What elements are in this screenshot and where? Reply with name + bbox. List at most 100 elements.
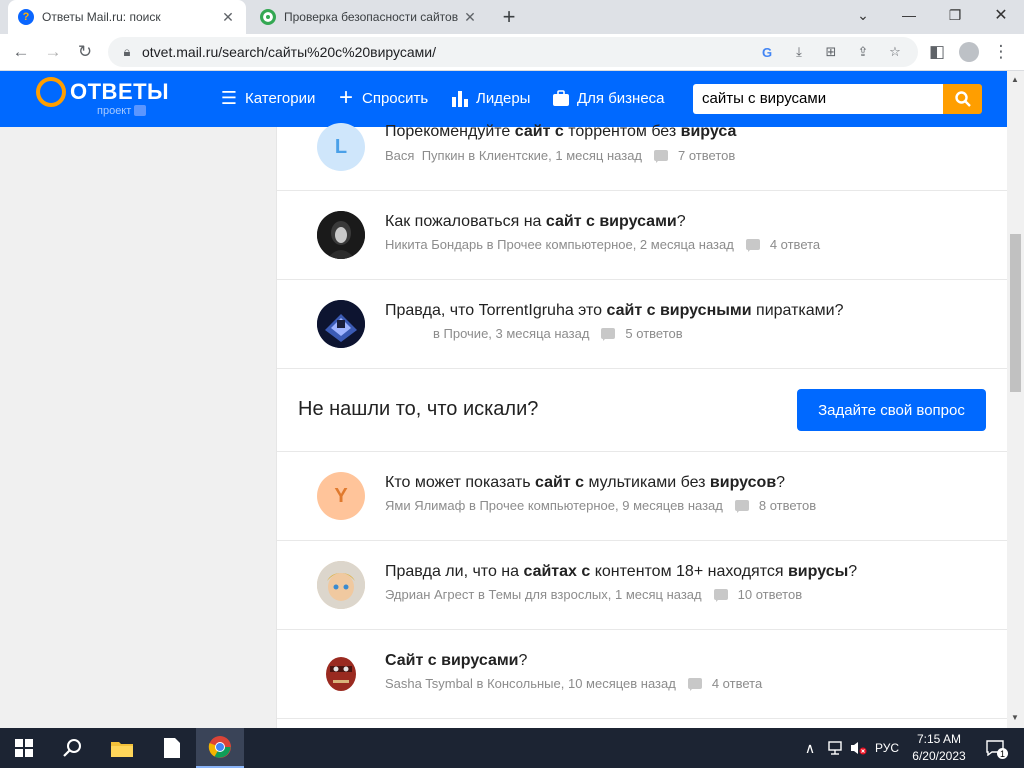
question-title[interactable]: Порекомендуйте сайт с торрентом без виру… bbox=[385, 123, 736, 141]
title-part: Порекомендуйте bbox=[385, 123, 515, 140]
comment-icon bbox=[654, 150, 669, 163]
author-name[interactable]: Sasha Tsymbal bbox=[385, 676, 473, 691]
question-category-time: в Прочие, 3 месяца назад bbox=[433, 326, 590, 341]
forward-arrow-icon[interactable]: → bbox=[40, 39, 66, 65]
question-title[interactable]: Как пожаловаться на сайт с вирусами? bbox=[385, 213, 686, 231]
question-row[interactable]: Сайт с вирусами? Sasha Tsymbal в Консоль… bbox=[277, 630, 1008, 719]
answer-count[interactable]: 5 ответов bbox=[625, 326, 682, 341]
not-found-text: Не нашли то, что искали? bbox=[298, 398, 539, 420]
install-icon[interactable]: ⤓ bbox=[790, 43, 808, 61]
tab-search-chevron-icon[interactable]: ⌄ bbox=[840, 0, 886, 30]
minimize-button[interactable]: — bbox=[886, 0, 932, 30]
back-arrow-icon[interactable]: ← bbox=[8, 39, 34, 65]
question-row[interactable]: Как пожаловаться на сайт с вирусами? Ник… bbox=[277, 191, 1008, 280]
answer-count[interactable]: 8 ответов bbox=[759, 498, 816, 513]
avatar[interactable] bbox=[317, 300, 365, 348]
question-row[interactable]: Правда, что TorrentIgruha это сайт с вир… bbox=[277, 280, 1008, 369]
close-tab-icon[interactable]: ✕ bbox=[220, 9, 236, 26]
windows-taskbar: ∧ РУС 7:15 AM 6/20/2023 1 bbox=[0, 728, 1024, 768]
question-meta: Ями Ялимаф в Прочее компьютерное, 9 меся… bbox=[385, 498, 816, 513]
google-icon[interactable]: G bbox=[758, 43, 776, 61]
reload-icon[interactable]: ↻ bbox=[72, 39, 98, 65]
title-part: Правда ли, что на bbox=[385, 563, 524, 580]
site-logo[interactable]: ОТВЕТЫ bbox=[70, 79, 169, 105]
avatar[interactable]: L bbox=[317, 123, 365, 171]
logo-at-icon[interactable] bbox=[36, 77, 66, 107]
language-indicator[interactable]: РУС bbox=[872, 728, 902, 768]
close-window-button[interactable]: ✕ bbox=[978, 0, 1024, 30]
translate-icon[interactable]: ⊞ bbox=[822, 43, 840, 61]
question-category-time: Пупкин в Клиентские, 1 месяц назад bbox=[421, 148, 643, 163]
question-meta: Вася Пупкин в Клиентские, 1 месяц назад 7… bbox=[385, 148, 735, 163]
question-title[interactable]: Кто может показать сайт с мультиками без… bbox=[385, 474, 785, 492]
comment-icon bbox=[601, 328, 616, 341]
author-name[interactable]: Никита Бондарь bbox=[385, 237, 483, 252]
title-part: ? bbox=[776, 474, 786, 491]
share-icon[interactable]: ⇪ bbox=[854, 43, 872, 61]
tab-title: Проверка безопасности сайтов bbox=[284, 10, 459, 24]
tray-chevron-icon[interactable]: ∧ bbox=[800, 728, 820, 768]
page-scrollbar[interactable]: ▲ ▼ bbox=[1007, 71, 1024, 728]
scrollbar-thumb[interactable] bbox=[1010, 234, 1021, 392]
ask-question-button[interactable]: Задайте свой вопрос bbox=[797, 389, 986, 431]
network-icon[interactable] bbox=[824, 728, 846, 768]
answer-count[interactable]: 7 ответов bbox=[678, 148, 735, 163]
browser-tab-bar: ? Ответы Mail.ru: поиск ✕ Проверка безоп… bbox=[0, 0, 1024, 34]
question-title[interactable]: Правда, что TorrentIgruha это сайт с вир… bbox=[385, 302, 843, 320]
address-bar[interactable]: 🔒︎ otvet.mail.ru/search/сайты%20с%20виру… bbox=[108, 37, 918, 67]
comment-icon bbox=[745, 239, 760, 252]
answer-count[interactable]: 4 ответа bbox=[770, 237, 820, 252]
close-tab-icon[interactable]: ✕ bbox=[462, 9, 478, 26]
answer-count[interactable]: 4 ответа bbox=[712, 676, 762, 691]
question-title[interactable]: Правда ли, что на сайтах с контентом 18+… bbox=[385, 563, 857, 581]
search-icon[interactable] bbox=[48, 728, 96, 768]
answer-count[interactable]: 10 ответов bbox=[738, 587, 802, 602]
question-row[interactable]: Правда ли, что на сайтах с контентом 18+… bbox=[277, 541, 1008, 630]
question-row[interactable]: Y Кто может показать сайт с мультиками б… bbox=[277, 452, 1008, 541]
comment-icon bbox=[734, 500, 749, 513]
restore-button[interactable]: ❐ bbox=[932, 0, 978, 30]
not-found-block: Не нашли то, что искали? Задайте свой во… bbox=[277, 368, 1008, 452]
document-icon[interactable] bbox=[148, 728, 196, 768]
menu-dots-icon[interactable]: ⋮ bbox=[988, 39, 1014, 65]
avatar[interactable]: Y bbox=[317, 472, 365, 520]
title-part-bold: сайт с bbox=[514, 123, 564, 140]
scroll-up-arrow-icon[interactable]: ▲ bbox=[1011, 75, 1019, 84]
tab-security-check[interactable]: Проверка безопасности сайтов ✕ bbox=[250, 0, 488, 34]
scroll-down-arrow-icon[interactable]: ▼ bbox=[1011, 713, 1019, 722]
author-name[interactable]: Эдриан Агрест bbox=[385, 587, 474, 602]
system-clock[interactable]: 7:15 AM 6/20/2023 bbox=[904, 731, 974, 765]
title-part: ? bbox=[676, 213, 686, 230]
side-panel-icon[interactable]: ◧ bbox=[924, 39, 950, 65]
file-explorer-icon[interactable] bbox=[98, 728, 146, 768]
question-category-time: в Темы для взрослых, 1 месяц назад bbox=[477, 587, 702, 602]
title-part: торрентом без bbox=[563, 123, 681, 140]
question-row[interactable]: L Порекомендуйте сайт с торрентом без ви… bbox=[277, 101, 1008, 191]
new-tab-button[interactable]: + bbox=[496, 4, 522, 30]
title-part-bold: Сайт с вирусами bbox=[385, 652, 519, 669]
url-text[interactable]: otvet.mail.ru/search/сайты%20с%20вирусам… bbox=[142, 44, 436, 60]
tab-otvet-search[interactable]: ? Ответы Mail.ru: поиск ✕ bbox=[8, 0, 246, 34]
avatar[interactable] bbox=[317, 650, 365, 698]
bookmark-star-icon[interactable]: ☆ bbox=[886, 43, 904, 61]
author-name[interactable]: Ями Ялимаф bbox=[385, 498, 465, 513]
windows-start-icon[interactable] bbox=[0, 728, 48, 768]
avatar[interactable] bbox=[317, 211, 365, 259]
tab-title: Ответы Mail.ru: поиск bbox=[42, 10, 161, 24]
question-meta: Никита Бондарь в Прочее компьютерное, 2 … bbox=[385, 237, 820, 252]
question-meta: в Прочие, 3 месяца назад 5 ответов bbox=[433, 326, 683, 341]
question-category-time: в Прочее компьютерное, 9 месяцев назад bbox=[468, 498, 723, 513]
notifications-button[interactable]: 1 bbox=[980, 728, 1010, 768]
title-part: пиратками? bbox=[751, 302, 844, 319]
question-category-time: в Прочее компьютерное, 2 месяца назад bbox=[486, 237, 734, 252]
author-name[interactable]: Вася bbox=[385, 148, 414, 163]
question-title[interactable]: Сайт с вирусами? bbox=[385, 652, 527, 670]
lock-icon[interactable]: 🔒︎ bbox=[118, 43, 136, 61]
vk-icon bbox=[134, 105, 147, 116]
profile-avatar-icon[interactable] bbox=[956, 39, 982, 65]
avatar[interactable] bbox=[317, 561, 365, 609]
chrome-taskbar-icon[interactable] bbox=[196, 728, 244, 768]
clock-time: 7:15 AM bbox=[916, 732, 962, 746]
title-part-bold: сайт с вирусными bbox=[606, 302, 752, 319]
volume-muted-icon[interactable] bbox=[848, 728, 870, 768]
